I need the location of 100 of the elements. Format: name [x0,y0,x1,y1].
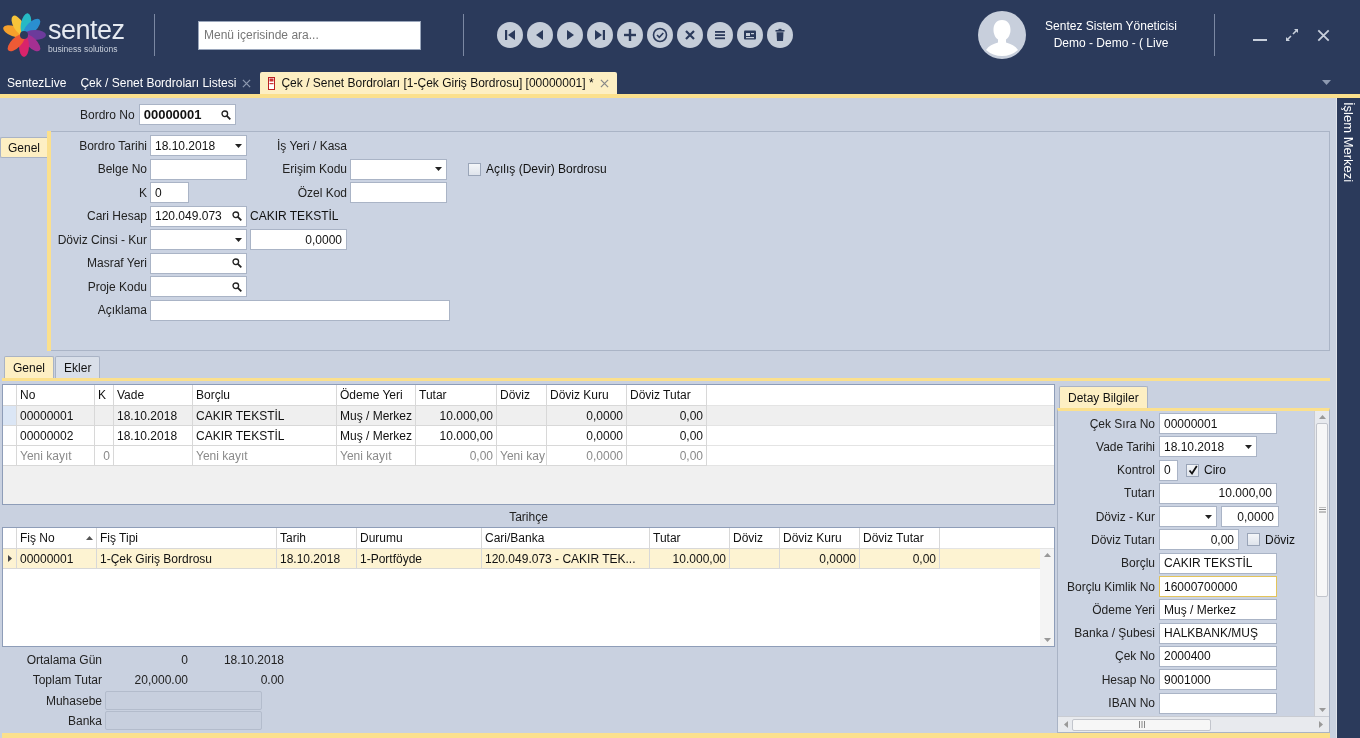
close-icon[interactable] [242,78,252,88]
scroll-right-icon[interactable] [1319,721,1323,728]
document-tab[interactable]: Çek / Senet Bordroları Listesi [75,72,257,94]
text-field[interactable] [150,158,247,180]
user-avatar [978,11,1026,59]
scroll-left-icon[interactable] [1064,721,1068,728]
text-field[interactable]: 00000001 [1159,413,1277,434]
dropdown-field[interactable] [1159,506,1217,528]
table-cell: 1-Portföyde [357,549,482,569]
date-field[interactable]: 18.10.2018 [1159,436,1257,458]
number-field[interactable]: 10.000,00 [1159,482,1277,504]
checkbox-label: Ciro [1204,463,1226,478]
field-label: Çek No [1114,649,1155,664]
check-circle-icon[interactable] [647,22,673,48]
text-field[interactable]: CAKIR TEKSTİL [1159,552,1277,574]
text-field[interactable]: 16000700000 [1159,576,1277,598]
lookup-field[interactable] [150,276,247,298]
field-label: Borçlu [1120,556,1155,571]
text-field[interactable]: 2000400 [1159,645,1277,667]
side-panel-tab[interactable]: İşlem Merkezi [1341,102,1356,183]
lookup-field[interactable] [150,252,247,274]
panel-tab[interactable]: Detay Bilgiler [1059,386,1148,408]
row-selector[interactable] [3,549,17,569]
dropdown-caret-icon[interactable] [435,167,442,172]
scroll-up-icon[interactable] [1043,553,1051,557]
text-field[interactable]: 0 [1159,459,1178,481]
table-cell: 120.049.073 - CAKIR TEK... [482,549,650,569]
search-icon[interactable] [232,258,242,269]
checkbox[interactable] [1186,463,1199,477]
checkbox[interactable] [1247,533,1260,547]
field-label: Bordro Tarihi [78,138,147,153]
summary-label: Ortalama Gün [25,653,102,667]
number-field[interactable]: 0,00 [1159,529,1239,551]
skip-to-start-icon[interactable] [497,22,523,48]
document-tab[interactable]: SentezLive [2,72,72,94]
text-field[interactable]: 9001000 [1159,669,1277,691]
dropdown-caret-icon[interactable] [1245,444,1252,449]
plus-icon[interactable] [617,22,643,48]
lookup-field[interactable]: 00000001 [138,104,236,125]
checkbox-label: Açılış (Devir) Bordrosu [486,162,607,177]
text-field[interactable] [350,182,447,204]
field-label: Döviz Cinsi - Kur [56,232,147,247]
skip-to-end-icon[interactable] [587,22,613,48]
list-icon[interactable] [707,22,733,48]
field-label: Masraf Yeri [85,256,147,271]
scroll-down-icon[interactable] [1043,638,1051,642]
next-icon[interactable] [557,22,583,48]
checkbox[interactable] [468,162,481,176]
section-tab[interactable]: Ekler [55,356,101,378]
text-field[interactable]: 0 [150,182,189,204]
checkmark-icon [1187,465,1198,476]
field-label: Kontrol [1115,463,1155,478]
card-icon[interactable] [737,22,763,48]
field-label: K [138,185,147,200]
search-icon[interactable] [232,281,242,292]
maximize-icon[interactable] [1285,28,1299,42]
section-tab[interactable]: Genel [4,356,55,378]
summary-value: 20,000.00 [133,673,188,687]
user-name: Sentez Sistem Yöneticisi [1045,18,1177,35]
user-context: Demo - Demo - ( Live [1053,35,1169,52]
lookup-field[interactable]: 120.049.073 [150,205,247,227]
number-field[interactable]: 0,0000 [1221,506,1279,528]
dropdown-caret-icon[interactable] [235,237,242,242]
text-field[interactable] [150,299,450,321]
horizontal-scrollbar[interactable] [1058,716,1329,732]
field-label: IBAN No [1107,696,1155,711]
summary-label: Toplam Tutar [31,673,102,687]
section-tab[interactable]: Genel [0,137,47,158]
dropdown-field[interactable] [350,158,447,180]
text-field[interactable] [1159,692,1277,714]
logo-tagline: business solutions [48,44,119,54]
dropdown-field[interactable] [150,229,247,251]
search-field[interactable]: Menü içerisinde ara... [198,20,421,50]
search-icon[interactable] [232,211,242,222]
checkbox-label: Döviz [1265,533,1295,547]
document-tab[interactable]: Çek / Senet Bordroları [1-Çek Giriş Bordrosu] [00000001] * [260,72,617,94]
scroll-up-icon[interactable] [1318,415,1326,419]
table-cell: 0,0000 [780,549,860,569]
x-icon[interactable] [677,22,703,48]
table-cell: Yeni kayıt [17,446,95,466]
table-cell: Yeni kay [497,446,547,466]
vertical-scrollbar[interactable] [1040,549,1054,646]
summary-label: Muhasebe [44,693,102,708]
dropdown-caret-icon[interactable] [1205,514,1212,519]
number-field[interactable]: 0,0000 [250,229,347,251]
scroll-down-icon[interactable] [1318,708,1326,712]
search-icon[interactable] [220,109,231,120]
previous-icon[interactable] [527,22,553,48]
field-label: Hesap No [1100,672,1155,687]
tab-list-caret-icon[interactable] [1322,79,1331,85]
text-field[interactable]: Muş / Merkez [1159,599,1277,621]
date-field[interactable]: 18.10.2018 [150,135,247,157]
close-icon[interactable] [1317,28,1330,42]
trash-icon[interactable] [767,22,793,48]
vertical-scrollbar[interactable] [1314,411,1329,716]
table-cell: 10.000,00 [650,549,730,569]
dropdown-caret-icon[interactable] [235,143,242,148]
field-label: Çek Sıra No [1088,416,1155,431]
text-field[interactable]: HALKBANK/MUŞ [1159,622,1277,644]
table-cell: 0,00 [860,549,940,569]
